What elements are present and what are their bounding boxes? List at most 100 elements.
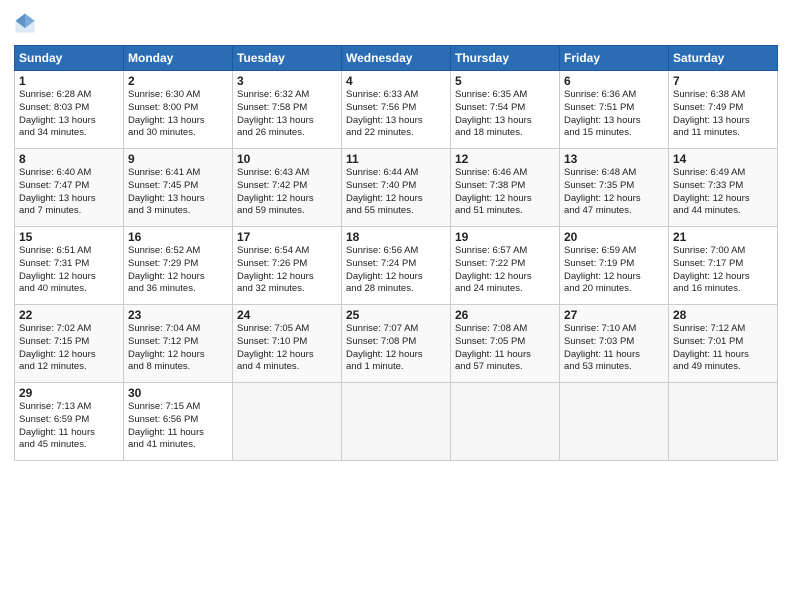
day-number: 14 [673,152,773,166]
day-info: Sunrise: 6:57 AMSunset: 7:22 PMDaylight:… [455,245,555,296]
day-number: 10 [237,152,337,166]
day-number: 30 [128,386,228,400]
day-cell: 18Sunrise: 6:56 AMSunset: 7:24 PMDayligh… [342,227,451,305]
day-cell: 16Sunrise: 6:52 AMSunset: 7:29 PMDayligh… [124,227,233,305]
day-info: Sunrise: 7:12 AMSunset: 7:01 PMDaylight:… [673,323,773,374]
day-cell: 9Sunrise: 6:41 AMSunset: 7:45 PMDaylight… [124,149,233,227]
day-cell: 8Sunrise: 6:40 AMSunset: 7:47 PMDaylight… [15,149,124,227]
empty-cell [451,383,560,461]
day-number: 13 [564,152,664,166]
day-cell: 6Sunrise: 6:36 AMSunset: 7:51 PMDaylight… [560,71,669,149]
day-cell: 23Sunrise: 7:04 AMSunset: 7:12 PMDayligh… [124,305,233,383]
col-monday: Monday [124,46,233,71]
day-cell: 13Sunrise: 6:48 AMSunset: 7:35 PMDayligh… [560,149,669,227]
col-wednesday: Wednesday [342,46,451,71]
main-container: Sunday Monday Tuesday Wednesday Thursday… [0,0,792,471]
day-info: Sunrise: 7:10 AMSunset: 7:03 PMDaylight:… [564,323,664,374]
day-number: 6 [564,74,664,88]
day-info: Sunrise: 7:00 AMSunset: 7:17 PMDaylight:… [673,245,773,296]
day-cell: 26Sunrise: 7:08 AMSunset: 7:05 PMDayligh… [451,305,560,383]
day-info: Sunrise: 6:54 AMSunset: 7:26 PMDaylight:… [237,245,337,296]
day-number: 28 [673,308,773,322]
day-info: Sunrise: 6:59 AMSunset: 7:19 PMDaylight:… [564,245,664,296]
day-number: 15 [19,230,119,244]
day-number: 20 [564,230,664,244]
day-cell: 3Sunrise: 6:32 AMSunset: 7:58 PMDaylight… [233,71,342,149]
day-info: Sunrise: 6:40 AMSunset: 7:47 PMDaylight:… [19,167,119,218]
col-friday: Friday [560,46,669,71]
day-info: Sunrise: 6:38 AMSunset: 7:49 PMDaylight:… [673,89,773,140]
calendar-week-row: 29Sunrise: 7:13 AMSunset: 6:59 PMDayligh… [15,383,778,461]
day-cell: 15Sunrise: 6:51 AMSunset: 7:31 PMDayligh… [15,227,124,305]
calendar-table: Sunday Monday Tuesday Wednesday Thursday… [14,45,778,461]
day-info: Sunrise: 6:33 AMSunset: 7:56 PMDaylight:… [346,89,446,140]
day-number: 8 [19,152,119,166]
day-cell: 27Sunrise: 7:10 AMSunset: 7:03 PMDayligh… [560,305,669,383]
day-cell: 19Sunrise: 6:57 AMSunset: 7:22 PMDayligh… [451,227,560,305]
day-number: 25 [346,308,446,322]
day-cell: 4Sunrise: 6:33 AMSunset: 7:56 PMDaylight… [342,71,451,149]
day-info: Sunrise: 6:32 AMSunset: 7:58 PMDaylight:… [237,89,337,140]
day-info: Sunrise: 6:51 AMSunset: 7:31 PMDaylight:… [19,245,119,296]
day-cell: 2Sunrise: 6:30 AMSunset: 8:00 PMDaylight… [124,71,233,149]
calendar-week-row: 15Sunrise: 6:51 AMSunset: 7:31 PMDayligh… [15,227,778,305]
day-number: 24 [237,308,337,322]
day-info: Sunrise: 6:36 AMSunset: 7:51 PMDaylight:… [564,89,664,140]
day-cell: 29Sunrise: 7:13 AMSunset: 6:59 PMDayligh… [15,383,124,461]
col-sunday: Sunday [15,46,124,71]
header-row: Sunday Monday Tuesday Wednesday Thursday… [15,46,778,71]
day-cell: 12Sunrise: 6:46 AMSunset: 7:38 PMDayligh… [451,149,560,227]
day-info: Sunrise: 6:35 AMSunset: 7:54 PMDaylight:… [455,89,555,140]
day-info: Sunrise: 7:08 AMSunset: 7:05 PMDaylight:… [455,323,555,374]
day-info: Sunrise: 7:07 AMSunset: 7:08 PMDaylight:… [346,323,446,374]
day-number: 3 [237,74,337,88]
logo [14,10,38,39]
day-number: 27 [564,308,664,322]
day-cell: 25Sunrise: 7:07 AMSunset: 7:08 PMDayligh… [342,305,451,383]
day-info: Sunrise: 6:56 AMSunset: 7:24 PMDaylight:… [346,245,446,296]
day-info: Sunrise: 7:04 AMSunset: 7:12 PMDaylight:… [128,323,228,374]
day-info: Sunrise: 6:43 AMSunset: 7:42 PMDaylight:… [237,167,337,218]
day-cell: 11Sunrise: 6:44 AMSunset: 7:40 PMDayligh… [342,149,451,227]
day-info: Sunrise: 6:30 AMSunset: 8:00 PMDaylight:… [128,89,228,140]
calendar-week-row: 22Sunrise: 7:02 AMSunset: 7:15 PMDayligh… [15,305,778,383]
day-number: 23 [128,308,228,322]
empty-cell [669,383,778,461]
day-number: 1 [19,74,119,88]
col-tuesday: Tuesday [233,46,342,71]
day-info: Sunrise: 7:13 AMSunset: 6:59 PMDaylight:… [19,401,119,452]
day-number: 2 [128,74,228,88]
day-number: 4 [346,74,446,88]
day-number: 18 [346,230,446,244]
day-number: 21 [673,230,773,244]
empty-cell [560,383,669,461]
day-number: 16 [128,230,228,244]
day-info: Sunrise: 6:41 AMSunset: 7:45 PMDaylight:… [128,167,228,218]
day-info: Sunrise: 6:49 AMSunset: 7:33 PMDaylight:… [673,167,773,218]
header [14,10,778,39]
day-cell: 14Sunrise: 6:49 AMSunset: 7:33 PMDayligh… [669,149,778,227]
day-number: 11 [346,152,446,166]
day-number: 17 [237,230,337,244]
day-cell: 28Sunrise: 7:12 AMSunset: 7:01 PMDayligh… [669,305,778,383]
day-cell: 24Sunrise: 7:05 AMSunset: 7:10 PMDayligh… [233,305,342,383]
day-info: Sunrise: 6:44 AMSunset: 7:40 PMDaylight:… [346,167,446,218]
day-number: 7 [673,74,773,88]
logo-icon [14,12,36,34]
day-info: Sunrise: 7:15 AMSunset: 6:56 PMDaylight:… [128,401,228,452]
calendar-week-row: 8Sunrise: 6:40 AMSunset: 7:47 PMDaylight… [15,149,778,227]
day-info: Sunrise: 6:52 AMSunset: 7:29 PMDaylight:… [128,245,228,296]
day-cell: 17Sunrise: 6:54 AMSunset: 7:26 PMDayligh… [233,227,342,305]
day-cell: 7Sunrise: 6:38 AMSunset: 7:49 PMDaylight… [669,71,778,149]
day-number: 19 [455,230,555,244]
day-cell: 1Sunrise: 6:28 AMSunset: 8:03 PMDaylight… [15,71,124,149]
day-cell: 20Sunrise: 6:59 AMSunset: 7:19 PMDayligh… [560,227,669,305]
day-number: 9 [128,152,228,166]
day-cell: 30Sunrise: 7:15 AMSunset: 6:56 PMDayligh… [124,383,233,461]
day-cell: 22Sunrise: 7:02 AMSunset: 7:15 PMDayligh… [15,305,124,383]
day-number: 26 [455,308,555,322]
day-number: 12 [455,152,555,166]
day-cell: 10Sunrise: 6:43 AMSunset: 7:42 PMDayligh… [233,149,342,227]
day-number: 5 [455,74,555,88]
day-cell: 5Sunrise: 6:35 AMSunset: 7:54 PMDaylight… [451,71,560,149]
